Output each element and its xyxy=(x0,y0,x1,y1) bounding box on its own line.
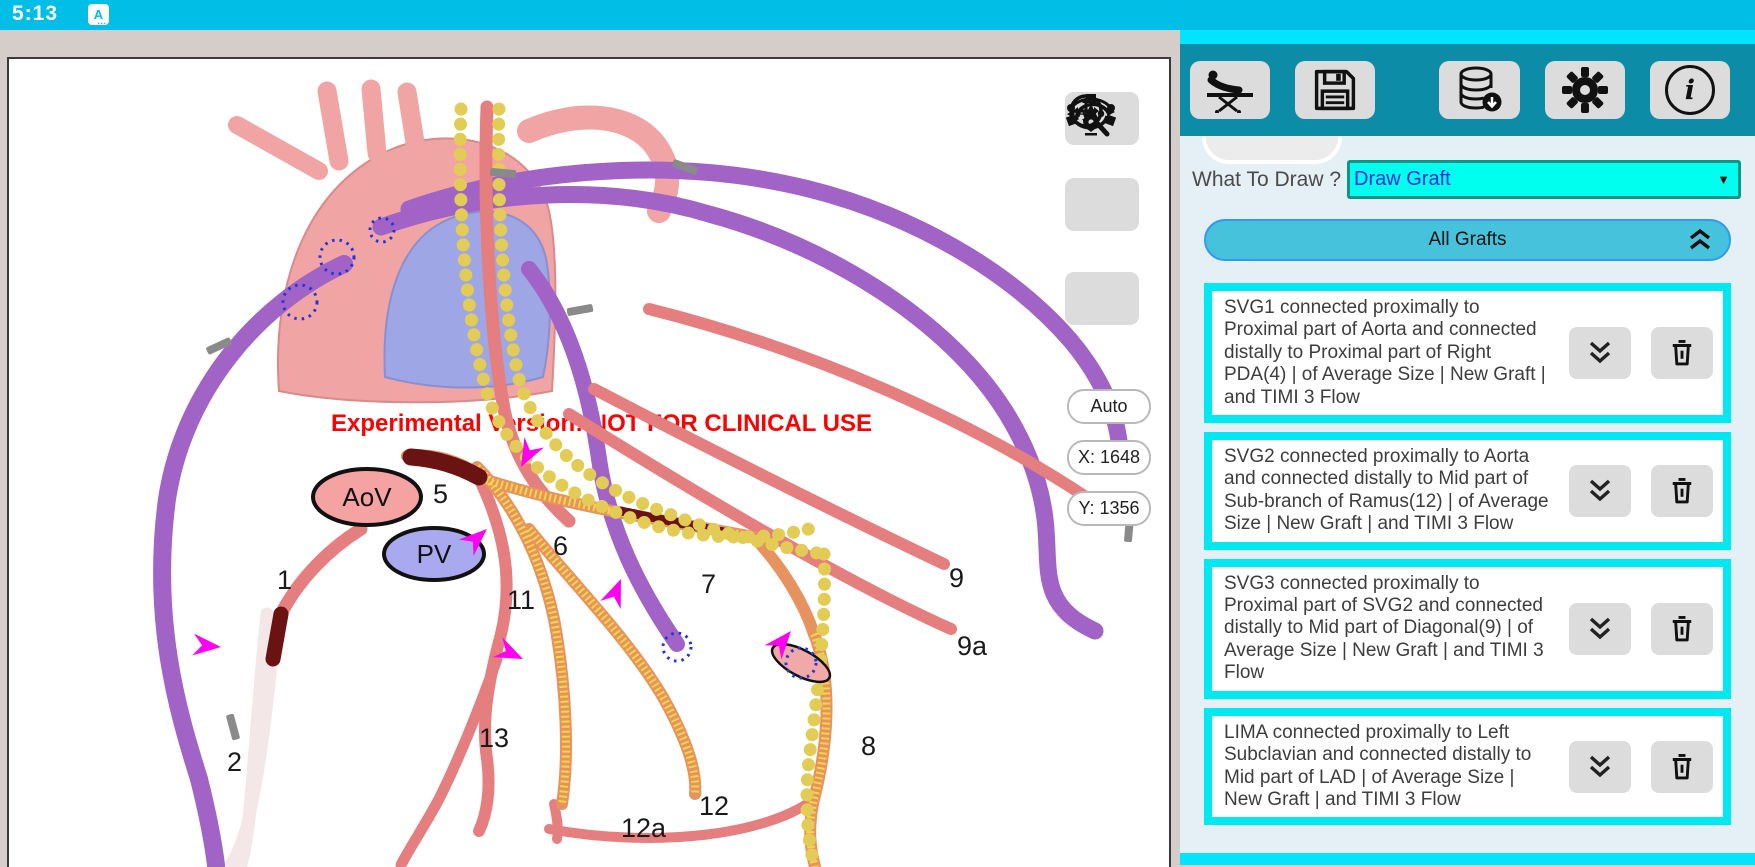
expand-graft-button[interactable] xyxy=(1569,465,1631,517)
vessel-number: 6 xyxy=(553,531,568,561)
cursor-x-pill: X: 1648 xyxy=(1067,440,1151,475)
all-grafts-button[interactable]: All Grafts xyxy=(1204,219,1731,261)
settings-button[interactable] xyxy=(1545,61,1625,119)
save-floppy-icon xyxy=(1312,67,1358,113)
info-button[interactable]: i xyxy=(1650,61,1730,119)
graft-card: SVG1 connected proximally to Proximal pa… xyxy=(1204,283,1731,423)
valve-label[interactable]: AoV xyxy=(313,469,421,525)
expand-chevrons-icon xyxy=(1585,339,1615,367)
app-notification-icon: A ... xyxy=(88,4,109,25)
control-panel: i What To Draw ? Draw Graft ▼ All Grafts… xyxy=(1180,30,1755,865)
graft-card: SVG2 connected proximally to Aorta and c… xyxy=(1204,432,1731,550)
auto-mode-pill[interactable]: Auto xyxy=(1067,389,1151,424)
trash-icon xyxy=(1668,614,1696,644)
lesion-arrow xyxy=(192,634,222,658)
save-button[interactable] xyxy=(1295,61,1375,119)
info-icon: i xyxy=(1665,65,1715,115)
vessel-number: 13 xyxy=(479,723,509,753)
canvas-side-tools: Auto Auto X: 1648 Y: xyxy=(1065,92,1139,542)
expand-chevrons-icon xyxy=(1585,615,1615,643)
status-bar: 5:13 A ... xyxy=(0,0,1755,30)
patient-button[interactable] xyxy=(1190,61,1270,119)
database-download-icon xyxy=(1456,65,1504,115)
trash-icon xyxy=(1668,476,1696,506)
svg-text:AoV: AoV xyxy=(342,482,392,512)
vessel-number: 9 xyxy=(949,563,964,593)
trash-icon xyxy=(1668,338,1696,368)
bezier-pen-tool-button[interactable] xyxy=(1065,178,1139,231)
clip xyxy=(567,304,594,316)
delete-graft-button[interactable] xyxy=(1651,327,1713,379)
expand-graft-button[interactable] xyxy=(1569,603,1631,655)
graft-description: SVG2 connected proximally to Aorta and c… xyxy=(1224,446,1556,536)
vessel-number: 12a xyxy=(621,813,667,843)
trash-icon xyxy=(1668,752,1696,782)
expand-graft-button[interactable] xyxy=(1569,327,1631,379)
delete-graft-button[interactable] xyxy=(1651,465,1713,517)
what-to-draw-label: What To Draw ? xyxy=(1192,168,1341,192)
clock: 5:13 xyxy=(12,2,58,26)
vessel-number: 9a xyxy=(957,631,988,661)
delete-graft-button[interactable] xyxy=(1651,603,1713,655)
expand-chevrons-icon xyxy=(1585,753,1615,781)
vessel-number: 11 xyxy=(507,585,535,615)
panel-toolbar: i xyxy=(1180,44,1755,136)
heart-illustration: Experimental Version: NOT FOR CLINICAL U… xyxy=(9,59,1169,867)
draw-mode-select[interactable]: Draw Graft ▼ xyxy=(1347,160,1741,199)
graft-card: SVG3 connected proximally to Proximal pa… xyxy=(1204,559,1731,699)
patient-bed-icon xyxy=(1203,67,1257,113)
pan-zoom-icon xyxy=(1065,92,1113,138)
valve-labels: AoV PV xyxy=(313,469,484,580)
draw-mode-value: Draw Graft xyxy=(1354,168,1451,191)
expand-chevrons-icon xyxy=(1585,477,1615,505)
graft-description: SVG3 connected proximally to Proximal pa… xyxy=(1224,573,1556,685)
delete-graft-button[interactable] xyxy=(1651,741,1713,793)
database-download-button[interactable] xyxy=(1439,61,1519,119)
vessel-number: 2 xyxy=(227,747,242,777)
settings-gear-icon xyxy=(1560,65,1610,115)
select-dropdown-arrow-icon: ▼ xyxy=(1717,172,1730,187)
vessel-number: 1 xyxy=(277,565,292,595)
graft-list: SVG1 connected proximally to Proximal pa… xyxy=(1180,283,1755,825)
vessel-number: 7 xyxy=(701,569,716,599)
svg-text:PV: PV xyxy=(417,539,452,569)
collapse-chevrons-icon xyxy=(1687,228,1713,252)
cursor-y-pill: Y: 1356 xyxy=(1067,491,1151,526)
pan-zoom-button[interactable] xyxy=(1065,272,1139,325)
great-vessels xyxy=(237,89,667,402)
vessel-number: 12 xyxy=(699,791,729,821)
expand-graft-button[interactable] xyxy=(1569,741,1631,793)
panel-body: What To Draw ? Draw Graft ▼ All Grafts S… xyxy=(1180,136,1755,853)
anatomy-canvas[interactable]: Experimental Version: NOT FOR CLINICAL U… xyxy=(7,57,1171,867)
vessel-number: 5 xyxy=(433,479,448,509)
graft-card: LIMA connected proximally to Left Subcla… xyxy=(1204,708,1731,826)
graft-description: LIMA connected proximally to Left Subcla… xyxy=(1224,722,1556,812)
graft-description: SVG1 connected proximally to Proximal pa… xyxy=(1224,297,1556,409)
lesion-arrow xyxy=(600,575,631,609)
vessel-number: 8 xyxy=(861,731,876,761)
clip xyxy=(226,713,240,740)
